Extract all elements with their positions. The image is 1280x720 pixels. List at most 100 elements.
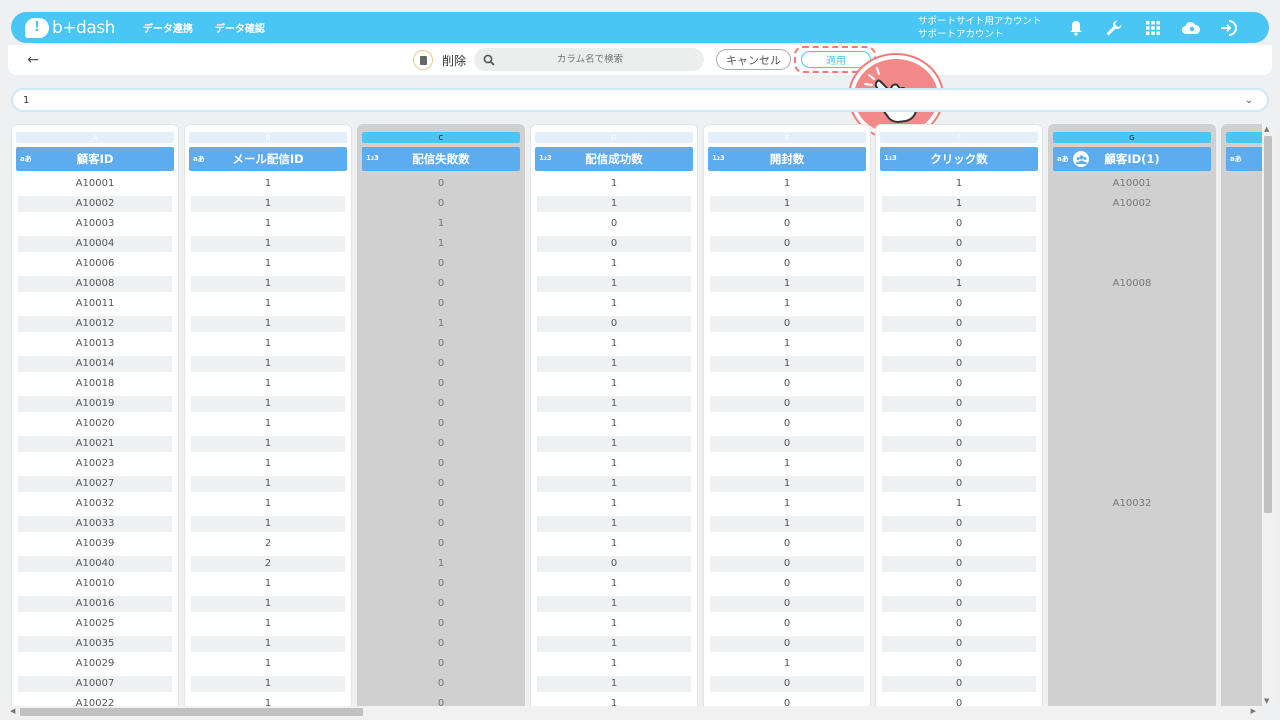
table-cell: A10020 (17, 414, 173, 434)
table-cell: 1 (709, 194, 865, 214)
column-search-input[interactable] (500, 54, 680, 65)
table-cell: 1 (363, 314, 519, 334)
table-cell: 1 (190, 394, 346, 414)
cell-value: 1 (882, 276, 1036, 292)
column-card[interactable]: C 1₂3 配信失敗数 0 0 1 1 0 0 0 1 0 0 0 0 0 0 0 0 0 0 0 1 0 0 0 0 0 0 0 (357, 124, 525, 706)
trash-icon[interactable] (413, 50, 433, 70)
column-header[interactable]: aあ 顧客ID (16, 147, 174, 171)
cell-value: 2 (264, 538, 272, 549)
b-dash-logo[interactable]: ! b+dash (25, 17, 115, 38)
column-header[interactable]: 1₂3 配信失敗数 (362, 147, 520, 171)
column-card[interactable]: D 1₂3 配信成功数 1 1 0 0 1 1 1 0 1 1 1 1 1 1 1 1 1 1 1 0 1 1 1 1 1 1 1 (530, 124, 698, 706)
column-card[interactable]: Aaあ 顧客ID A10001 A10002 A10003 A10004 A10006 A10… (11, 124, 179, 706)
data-type-icon: aあ (193, 155, 205, 163)
cell-value: 0 (537, 316, 691, 332)
table-cell: A10002 (1054, 194, 1210, 214)
column-card[interactable]: aあ (1221, 124, 1262, 706)
account-name[interactable]: サポートサイト用アカウント サポートアカウント (918, 15, 1042, 41)
column-header[interactable]: aあ (1226, 147, 1262, 171)
cell-value (1055, 536, 1209, 552)
table-cell: A10027 (17, 474, 173, 494)
vertical-scroll-thumb[interactable] (1264, 136, 1272, 513)
cell-value: 1 (783, 338, 791, 349)
delete-label[interactable]: 削除 (442, 52, 466, 69)
horizontal-scrollbar[interactable]: ◀ ▶ (8, 706, 1258, 718)
column-values: A10001 A10002 A10008 A10032 (1054, 174, 1210, 706)
cell-value: 0 (783, 698, 791, 706)
horizontal-scroll-thumb[interactable] (20, 708, 363, 716)
table-cell: 0 (881, 674, 1037, 694)
cell-value: 0 (437, 698, 445, 706)
column-title: 顧客ID (76, 152, 114, 166)
cancel-button[interactable]: キャンセル (716, 49, 791, 70)
table-cell: 0 (536, 314, 692, 334)
table-cell: 1 (536, 394, 692, 414)
table-cell: 0 (709, 314, 865, 334)
table-cell (1054, 214, 1210, 234)
cell-value: 1 (191, 276, 345, 292)
column-card[interactable]: Gaあ 顧客ID(1) A10001 A10002 A10008 A10032 (1048, 124, 1216, 706)
column-values: 0 0 1 1 0 0 0 1 0 0 0 0 0 0 0 0 0 0 0 1 0 0 0 0 0 0 0 (363, 174, 519, 706)
cell-value: 1 (191, 636, 345, 652)
column-header[interactable]: 1₂3 配信成功数 (535, 147, 693, 171)
table-cell: 0 (363, 454, 519, 474)
column-card[interactable]: E 1₂3 開封数 1 1 0 0 0 1 1 0 1 1 0 0 0 0 1 1 1 1 0 0 0 0 0 0 1 0 0 (703, 124, 871, 706)
top-navigation-bar: ! b+dash データ連携 データ確認 サポートサイト用アカウント サポートア… (11, 12, 1269, 43)
table-cell: 1 (190, 574, 346, 594)
scroll-down-icon[interactable]: ▼ (1264, 697, 1269, 705)
cell-value: 0 (882, 356, 1036, 372)
table-cell: A10003 (17, 214, 173, 234)
cell-value: 0 (882, 476, 1036, 492)
cell-value: 0 (437, 378, 445, 389)
scroll-left-icon[interactable]: ◀ (10, 707, 15, 715)
table-cell: 1 (709, 514, 865, 534)
table-cell: 0 (363, 414, 519, 434)
table-cell (1054, 674, 1210, 694)
column-header[interactable]: aあ 顧客ID(1) (1053, 147, 1211, 171)
table-cell: 0 (363, 614, 519, 634)
table-cell: 0 (881, 234, 1037, 254)
column-header[interactable]: 1₂3 開封数 (708, 147, 866, 171)
cell-value: 0 (882, 596, 1036, 612)
column-header[interactable]: 1₂3 クリック数 (880, 147, 1038, 171)
nav-data-check[interactable]: データ確認 (215, 20, 265, 35)
column-values: 1 1 0 0 1 1 1 0 1 1 1 1 1 1 1 1 1 1 1 0 1 1 1 1 1 1 1 (536, 174, 692, 706)
table-cell: 0 (881, 334, 1037, 354)
column-card[interactable]: Baあ メール配信ID 1 1 1 1 1 1 1 1 1 1 1 1 1 1 1 1 1 1 2 2 1 1 1 1 1 1 1 (184, 124, 352, 706)
cell-value (1055, 596, 1209, 612)
cell-value (1055, 336, 1209, 352)
vertical-scrollbar[interactable]: ▲ ▼ (1262, 124, 1274, 706)
dataset-select[interactable]: 1 ⌄ (11, 88, 1269, 112)
scroll-right-icon[interactable]: ▶ (1251, 707, 1256, 715)
table-cell: 0 (881, 354, 1037, 374)
table-cell: 1 (881, 274, 1037, 294)
nav-data-integration[interactable]: データ連携 (143, 20, 193, 35)
column-header[interactable]: aあ メール配信ID (189, 147, 347, 171)
search-icon (482, 53, 496, 67)
table-cell: 1 (190, 654, 346, 674)
data-type-icon: aあ (1230, 155, 1242, 163)
table-cell: A10025 (17, 614, 173, 634)
cell-value: A10006 (75, 258, 115, 269)
cell-value: A10011 (75, 298, 115, 309)
cell-value: A10001 (75, 178, 115, 189)
table-cell: 0 (881, 654, 1037, 674)
column-letter: C (362, 132, 520, 143)
cell-value: 1 (264, 458, 272, 469)
column-search-box[interactable] (474, 48, 704, 71)
back-arrow-icon[interactable]: ← (24, 51, 42, 69)
column-card[interactable]: F 1₂3 クリック数 1 1 0 0 0 1 0 0 0 0 0 0 0 0 0 0 1 0 0 0 0 0 0 0 0 0 0 (875, 124, 1043, 706)
wrench-icon[interactable] (1103, 17, 1125, 39)
cell-value: 1 (437, 238, 445, 249)
bell-icon[interactable] (1065, 17, 1087, 39)
table-cell: A10021 (17, 434, 173, 454)
column-letter: B (189, 132, 347, 143)
cloud-icon[interactable] (1180, 17, 1202, 39)
table-cell: 1 (536, 594, 692, 614)
table-cell: 1 (536, 534, 692, 554)
grid-icon[interactable] (1142, 17, 1164, 39)
scroll-up-icon[interactable]: ▲ (1264, 125, 1269, 133)
table-cell: 1 (190, 354, 346, 374)
table-cell (1054, 234, 1210, 254)
logout-icon[interactable] (1218, 17, 1240, 39)
